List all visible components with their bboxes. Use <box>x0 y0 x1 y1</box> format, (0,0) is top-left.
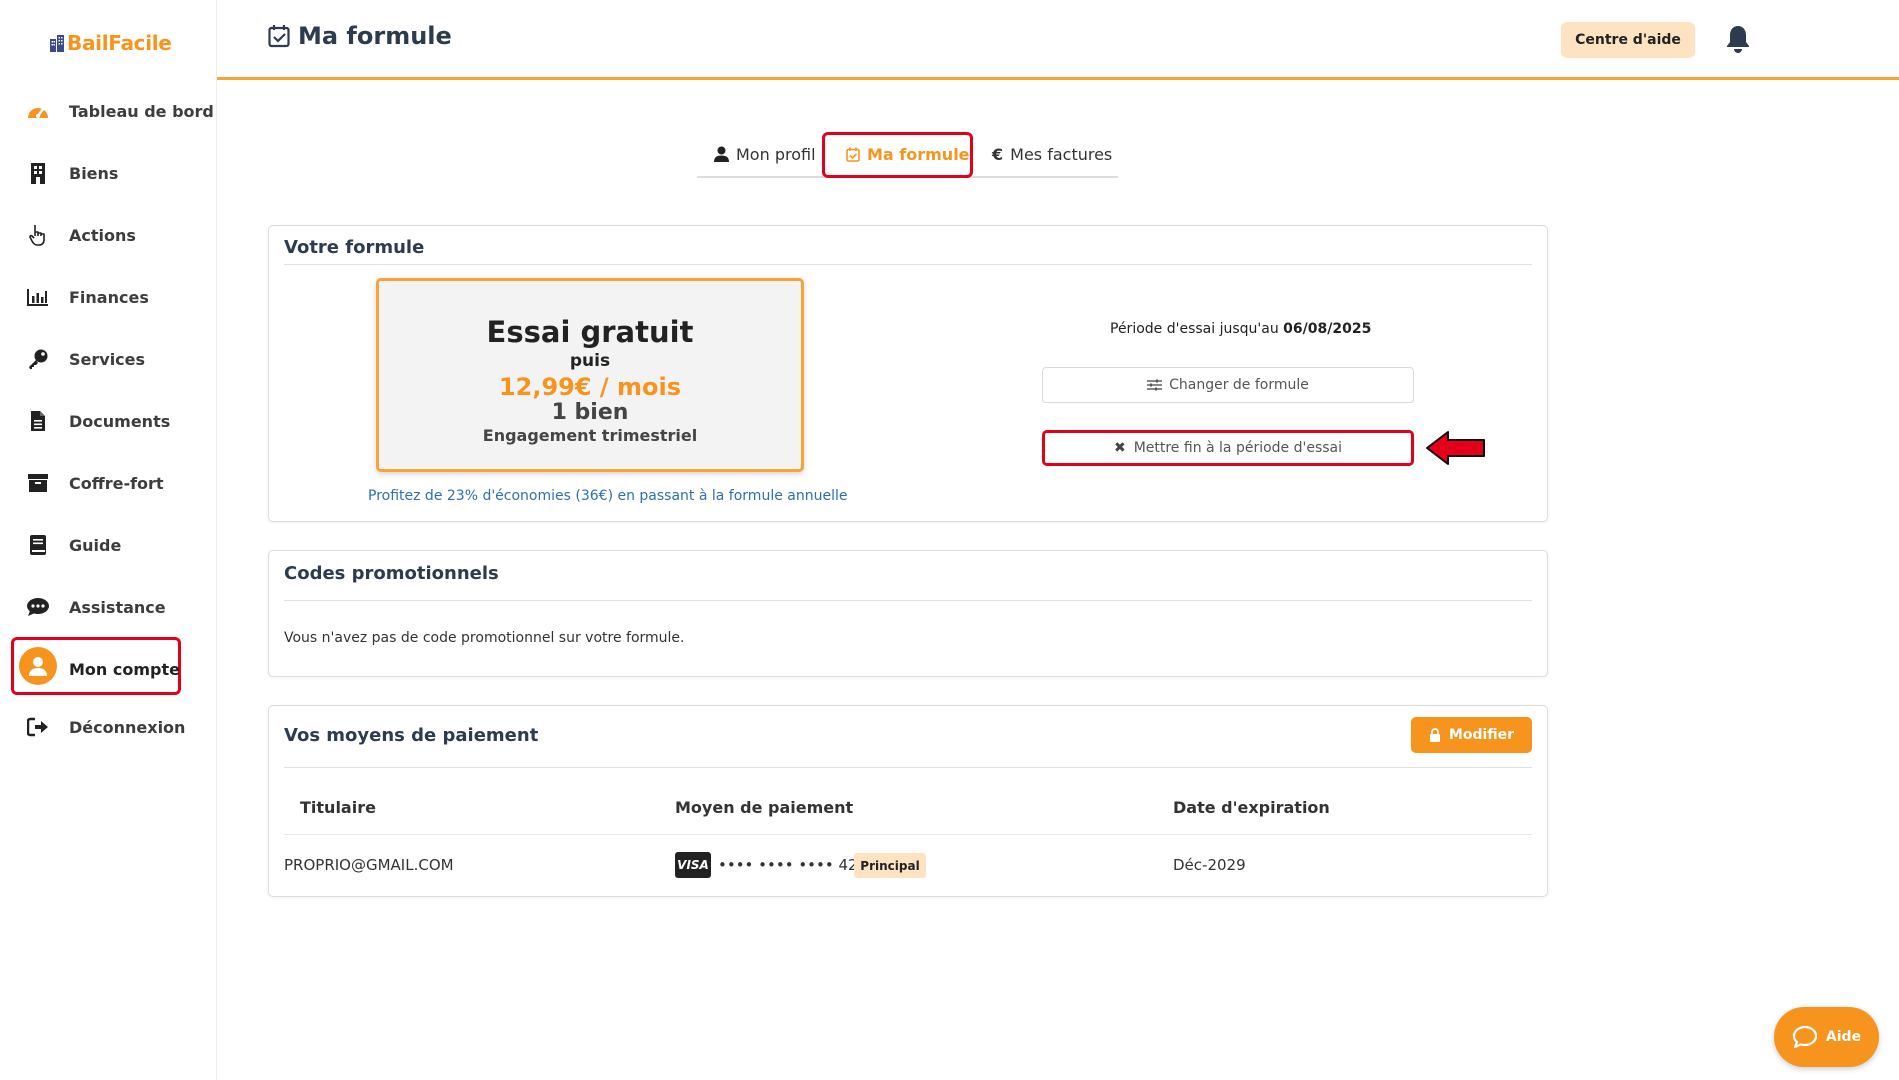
payment-methods-card: Vos moyens de paiement Modifier Titulair… <box>268 705 1548 897</box>
trial-date: 06/08/2025 <box>1283 321 1372 337</box>
change-plan-label: Changer de formule <box>1169 377 1309 393</box>
promo-card-title: Codes promotionnels <box>284 563 499 584</box>
sidebar-item-label: Coffre-fort <box>69 473 164 493</box>
page-title-text: Ma formule <box>298 22 452 50</box>
sidebar-item-label: Documents <box>69 411 171 431</box>
key-icon <box>25 346 51 372</box>
red-arrow-annotation <box>1426 431 1485 465</box>
card-expiration: Déc-2029 <box>1173 856 1246 874</box>
plan-commitment: Engagement trimestriel <box>482 426 698 445</box>
change-plan-button[interactable]: Changer de formule <box>1042 367 1414 403</box>
sidebar: BailFacile Tableau de bord Biens Actions… <box>0 0 217 1080</box>
help-chat-button[interactable]: Aide <box>1774 1007 1879 1067</box>
sidebar-item-label: Guide <box>69 535 122 555</box>
plan-summary-box: Essai gratuit puis 12,99€ / mois 1 bien … <box>376 278 804 472</box>
book-icon <box>25 532 51 558</box>
trial-end-text: Période d'essai jusqu'au 06/08/2025 <box>1110 321 1371 337</box>
payment-card-title: Vos moyens de paiement <box>284 725 539 746</box>
building-logo-icon <box>50 35 64 52</box>
sidebar-item-assistance[interactable]: Assistance <box>25 587 166 627</box>
page-title: Ma formule <box>268 22 452 50</box>
lock-icon <box>1429 728 1440 742</box>
logo-text: BailFacile <box>67 31 172 55</box>
end-trial-button[interactable]: ✖ Mettre fin à la période d'essai <box>1042 430 1414 466</box>
top-header: Ma formule Centre d'aide <box>217 0 1899 80</box>
primary-badge: Principal <box>854 853 926 878</box>
annual-upgrade-link[interactable]: Profitez de 23% d'économies (36€) en pas… <box>368 488 847 504</box>
end-trial-label: Mettre fin à la période d'essai <box>1133 440 1343 456</box>
sidebar-item-finances[interactable]: Finances <box>25 277 149 317</box>
sidebar-item-label: Déconnexion <box>69 717 186 737</box>
user-icon <box>714 146 729 162</box>
logo[interactable]: BailFacile <box>49 30 172 56</box>
sidebar-item-guide[interactable]: Guide <box>25 525 121 565</box>
plan-card-title: Votre formule <box>284 237 425 258</box>
sidebar-item-documents[interactable]: Documents <box>25 401 170 441</box>
modify-payment-button[interactable]: Modifier <box>1411 717 1532 753</box>
sidebar-item-label: Biens <box>69 163 119 183</box>
modify-label: Modifier <box>1448 727 1515 743</box>
divider <box>284 600 1532 601</box>
archive-icon <box>25 470 51 496</box>
hand-pointer-icon <box>25 222 51 248</box>
column-header-holder: Titulaire <box>300 798 376 817</box>
tab-mes-factures[interactable]: € Mes factures <box>992 132 1112 176</box>
plan-name: Essai gratuit <box>486 315 694 349</box>
sidebar-item-label: Assistance <box>69 597 166 617</box>
help-chat-label: Aide <box>1825 1029 1862 1045</box>
plan-price: 12,99€ / mois <box>498 373 682 401</box>
divider <box>284 264 1532 265</box>
sidebar-item-biens[interactable]: Biens <box>25 153 118 193</box>
highlight-box-ma-formule <box>822 132 973 178</box>
sidebar-item-label: Services <box>69 349 146 369</box>
no-promo-text: Vous n'avez pas de code promotionnel sur… <box>284 630 685 646</box>
visa-icon: VISA <box>675 852 711 878</box>
close-icon: ✖ <box>1113 440 1126 456</box>
file-icon <box>25 408 51 434</box>
chat-icon <box>25 594 51 620</box>
user-avatar-icon <box>19 647 57 685</box>
column-header-expiration: Date d'expiration <box>1173 798 1330 817</box>
tab-label: Mes factures <box>1010 144 1113 164</box>
chat-bubble-icon <box>1792 1025 1818 1049</box>
sidebar-item-label: Tableau de bord <box>69 101 214 121</box>
help-center-button[interactable]: Centre d'aide <box>1561 22 1695 58</box>
sidebar-item-label: Mon compte <box>69 659 180 679</box>
promo-codes-card: Codes promotionnels Vous n'avez pas de c… <box>268 550 1548 677</box>
sidebar-item-services[interactable]: Services <box>25 339 145 379</box>
bar-chart-icon <box>25 284 51 310</box>
building-icon <box>25 160 51 186</box>
tab-mon-profil[interactable]: Mon profil <box>714 132 816 176</box>
sliders-icon <box>1147 379 1163 391</box>
bell-icon[interactable] <box>1725 24 1751 58</box>
sidebar-item-label: Finances <box>69 287 149 307</box>
sidebar-item-deconnexion[interactable]: Déconnexion <box>25 707 185 747</box>
payment-holder: PROPRIO@GMAIL.COM <box>284 856 454 874</box>
calendar-check-icon <box>268 25 290 48</box>
sidebar-item-tableau-de-bord[interactable]: Tableau de bord <box>25 91 214 131</box>
gauge-icon <box>25 98 51 124</box>
sidebar-item-actions[interactable]: Actions <box>25 215 136 255</box>
sidebar-item-coffre-fort[interactable]: Coffre-fort <box>25 463 164 503</box>
tab-label: Mon profil <box>736 144 816 164</box>
plan-then: puis <box>569 351 611 371</box>
trial-prefix: Période d'essai jusqu'au <box>1110 321 1279 337</box>
logout-icon <box>25 714 51 740</box>
divider <box>284 834 1532 835</box>
card-number: •••• •••• •••• 4242 <box>718 856 877 874</box>
euro-icon: € <box>992 144 1004 164</box>
sidebar-item-label: Actions <box>69 225 136 245</box>
plan-card: Votre formule Essai gratuit puis 12,99€ … <box>268 225 1548 522</box>
column-header-payment-method: Moyen de paiement <box>675 798 854 817</box>
divider <box>284 767 1532 768</box>
plan-units: 1 bien <box>551 400 629 425</box>
